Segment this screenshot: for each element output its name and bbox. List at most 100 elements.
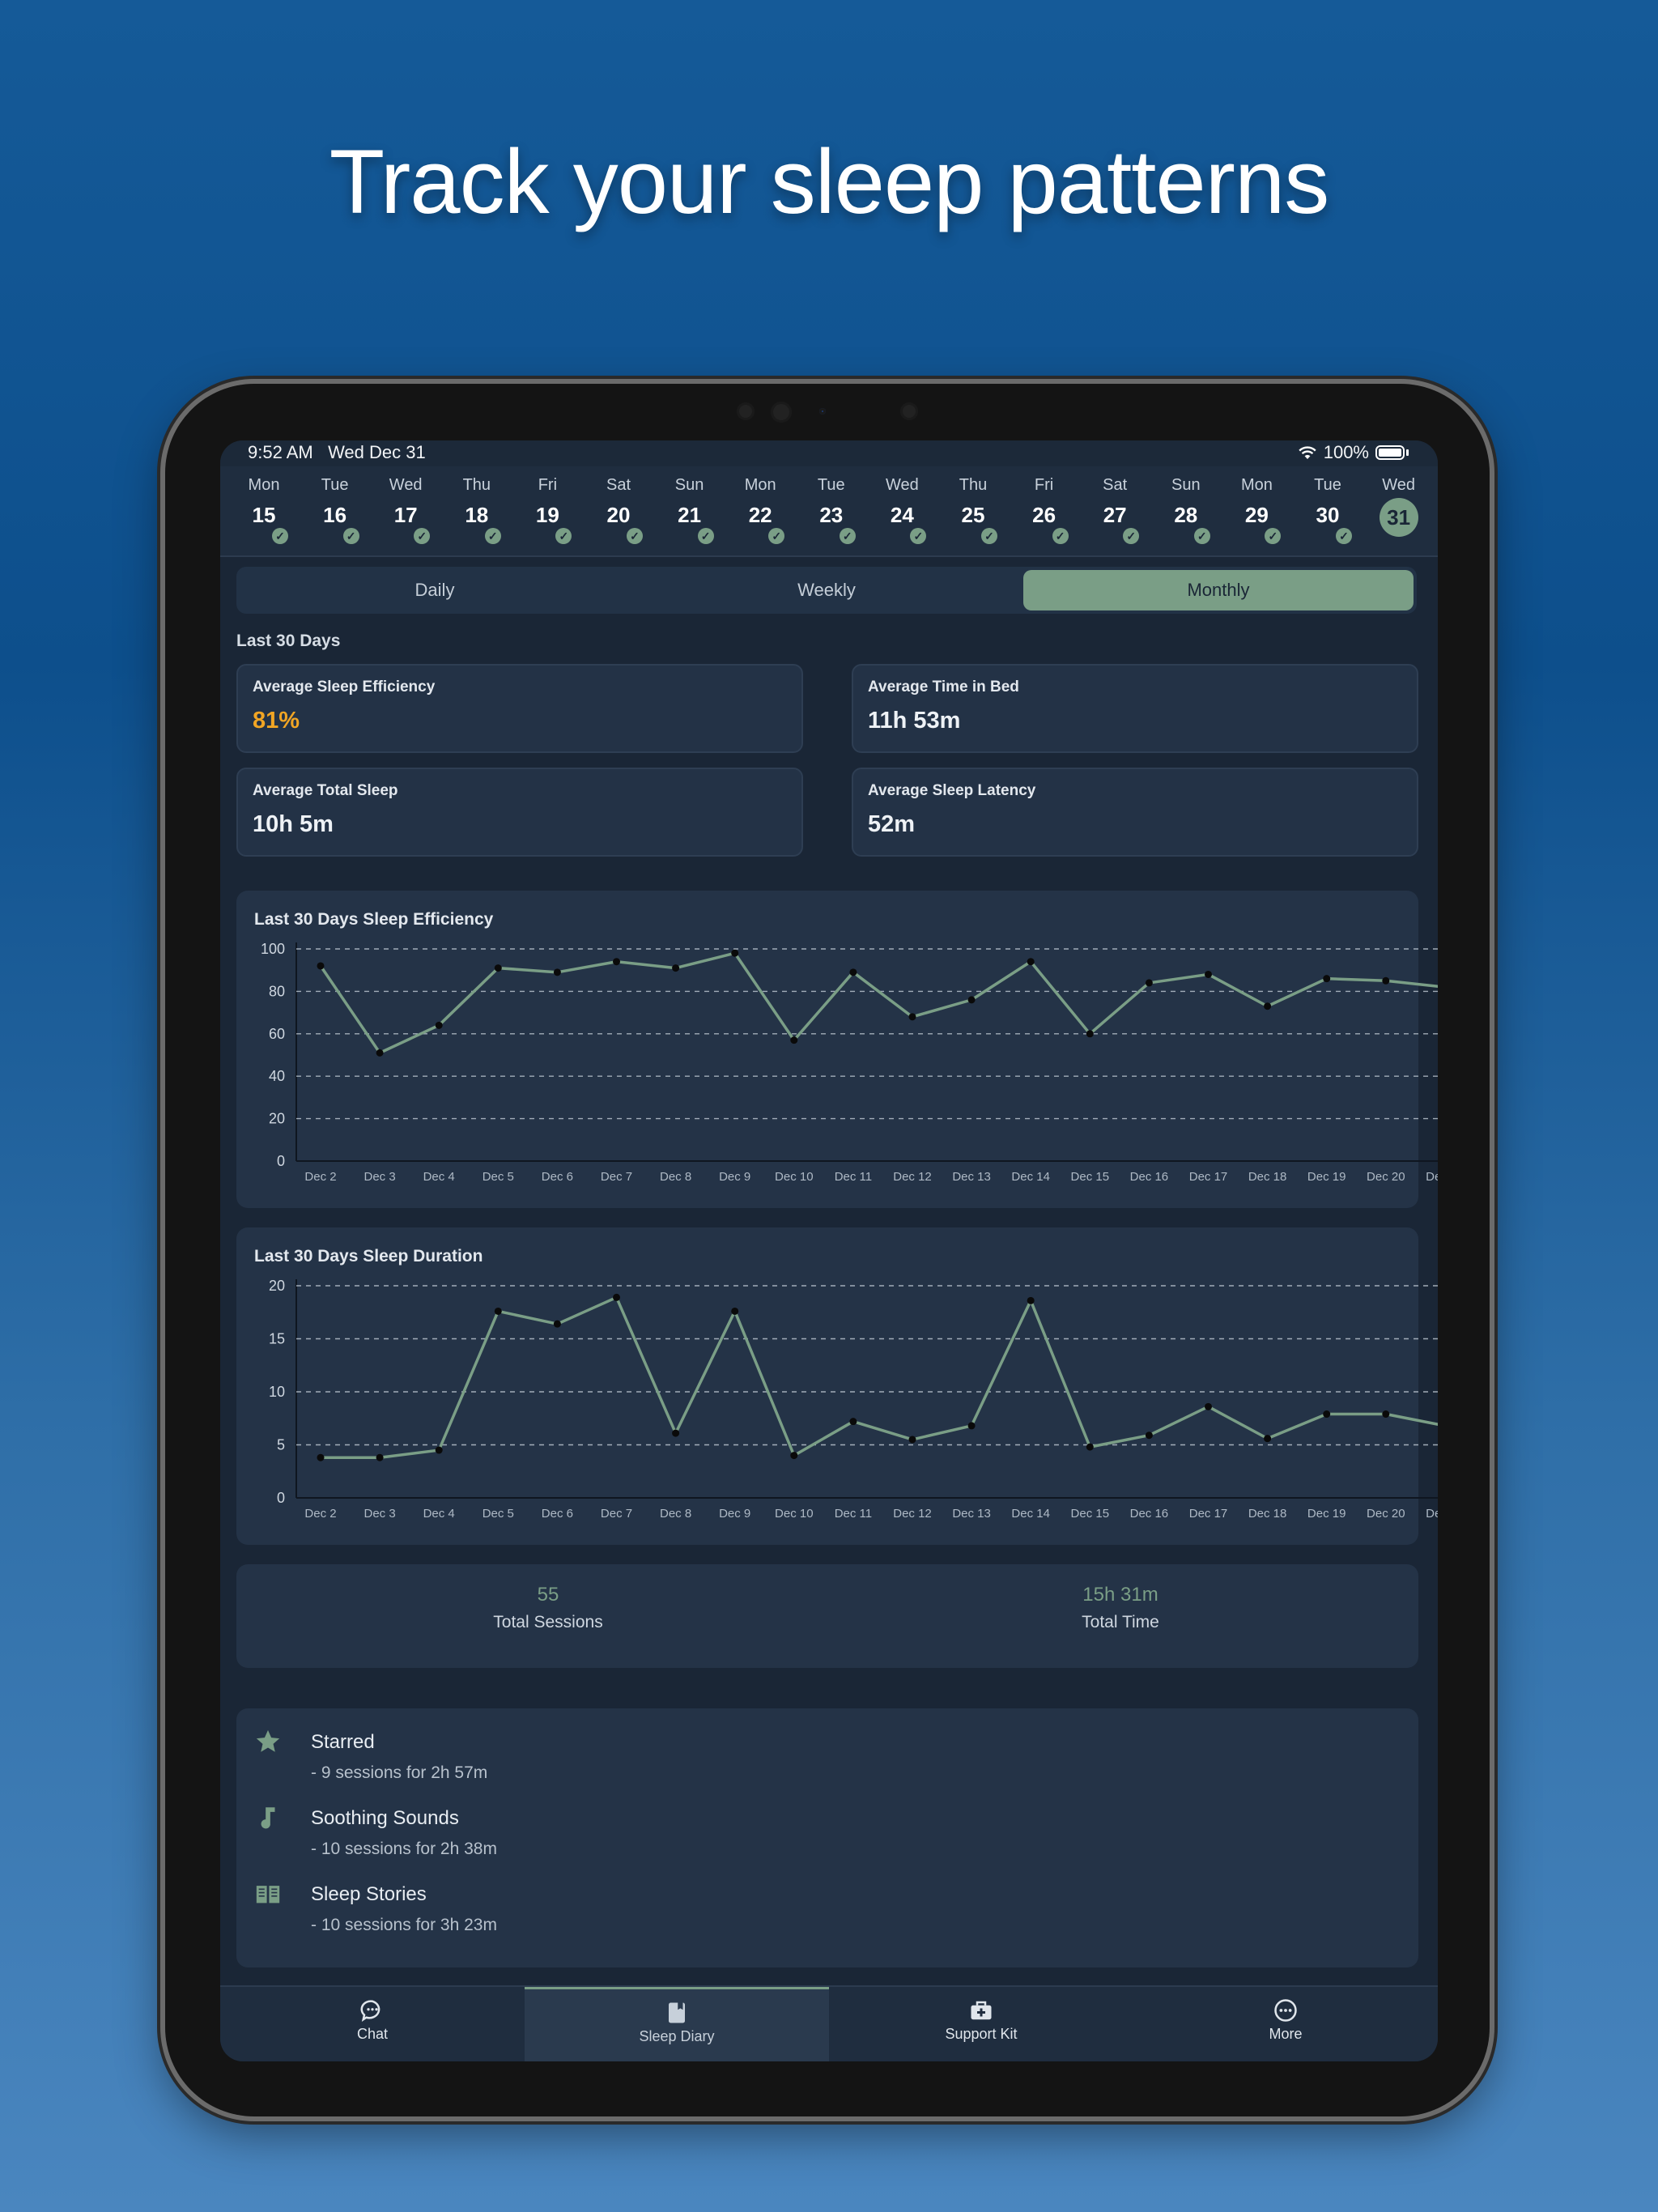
day-28[interactable]: Sun 28 ✓ — [1154, 476, 1218, 544]
stat-card-efficiency: Average Sleep Efficiency 81% — [236, 664, 803, 753]
day-24[interactable]: Wed 24 ✓ — [869, 476, 934, 544]
tab-bar: Chat Sleep Diary Support Kit More — [220, 1985, 1438, 2061]
day-15[interactable]: Mon 15 ✓ — [232, 476, 296, 544]
y-tick-label: 20 — [269, 1278, 285, 1294]
stat-label: Average Total Sleep — [253, 782, 398, 799]
day-name: Sun — [674, 476, 704, 494]
day-name: Wed — [886, 476, 919, 494]
data-point — [1086, 1030, 1094, 1038]
check-icon: ✓ — [627, 528, 643, 544]
x-tick-label: Dec 8 — [660, 1170, 691, 1184]
day-23[interactable]: Tue 23 ✓ — [799, 476, 864, 544]
tab-support-kit[interactable]: Support Kit — [829, 1987, 1133, 2061]
total-time: 15h 31m Total Time — [918, 1584, 1323, 1632]
x-tick-label: Dec 10 — [775, 1170, 814, 1184]
check-icon: ✓ — [484, 528, 501, 544]
day-30[interactable]: Tue 30 ✓ — [1295, 476, 1360, 544]
data-point — [731, 949, 739, 957]
day-17[interactable]: Wed 17 ✓ — [373, 476, 438, 544]
x-tick-label: Dec 18 — [1248, 1507, 1287, 1521]
segment-weekly[interactable]: Weekly — [631, 570, 1022, 610]
y-tick-label: 20 — [269, 1111, 285, 1127]
tab-chat[interactable]: Chat — [220, 1987, 525, 2061]
efficiency-chart: 0 20 40 60 80 100 Dec 2 Dec 3 Dec 4 Dec 5 Dec 6 Dec… — [261, 941, 1438, 1184]
data-point — [317, 962, 325, 970]
app-screen: 9:52 AM Wed Dec 31 100% Mon 15 ✓ Tue 16 ✓ Wed 1… — [220, 440, 1438, 2061]
day-26[interactable]: Fri 26 ✓ — [1012, 476, 1077, 544]
data-point — [672, 964, 680, 972]
data-point — [494, 1307, 502, 1315]
list-item-subtitle: - 10 sessions for 2h 38m — [311, 1840, 497, 1858]
check-icon: ✓ — [1336, 528, 1352, 544]
battery-percent: 100% — [1323, 442, 1369, 462]
day-31[interactable]: Wed 31 — [1367, 476, 1431, 537]
x-tick-label: Dec 16 — [1130, 1170, 1169, 1184]
list-item-title: Soothing Sounds — [311, 1807, 459, 1829]
tab-label: Support Kit — [945, 2026, 1018, 2042]
x-tick-label: Dec 3 — [364, 1507, 396, 1521]
stat-label: Average Sleep Latency — [868, 782, 1036, 799]
total-time-value: 15h 31m — [1082, 1584, 1158, 1606]
check-icon: ✓ — [768, 528, 785, 544]
check-icon: ✓ — [981, 528, 997, 544]
day-name: Tue — [817, 476, 845, 494]
y-tick-label: 60 — [269, 1026, 285, 1042]
day-name: Sat — [1103, 476, 1128, 494]
tab-label: Sleep Diary — [639, 2028, 715, 2044]
check-icon: ✓ — [1123, 528, 1140, 544]
day-21[interactable]: Sun 21 ✓ — [657, 476, 722, 544]
x-tick-label: Dec 6 — [542, 1507, 573, 1521]
data-point — [613, 958, 620, 966]
more-icon — [1274, 1999, 1297, 2022]
segment-monthly[interactable]: Monthly — [1023, 570, 1414, 610]
data-point — [967, 996, 976, 1004]
check-icon: ✓ — [910, 528, 927, 544]
day-29[interactable]: Mon 29 ✓ — [1224, 476, 1289, 544]
data-point — [790, 1036, 798, 1044]
tab-label: More — [1269, 2026, 1303, 2042]
list-item-title: Starred — [311, 1731, 375, 1753]
y-tick-label: 10 — [269, 1384, 285, 1400]
day-name: Wed — [389, 476, 423, 494]
day-18[interactable]: Thu 18 ✓ — [444, 476, 509, 544]
data-point — [1264, 1435, 1272, 1443]
data-point — [435, 1446, 443, 1454]
x-tick-label: Dec 3 — [364, 1170, 396, 1184]
book-icon — [254, 1880, 282, 1908]
data-point — [1323, 975, 1331, 983]
day-22[interactable]: Mon 22 ✓ — [728, 476, 793, 544]
day-20[interactable]: Sat 20 ✓ — [586, 476, 651, 544]
camera-bar — [729, 402, 923, 423]
x-tick-label: Dec 12 — [893, 1507, 932, 1521]
y-tick-label: 40 — [269, 1068, 285, 1084]
summary-card: 55 Total Sessions 15h 31m Total Time — [236, 1564, 1418, 1668]
segment-daily[interactable]: Daily — [240, 570, 630, 610]
x-tick-label: Dec 9 — [719, 1170, 750, 1184]
data-point — [908, 1013, 916, 1021]
x-tick-label: Dec 2 — [304, 1170, 336, 1184]
day-16[interactable]: Tue 16 ✓ — [303, 476, 368, 544]
y-tick-label: 5 — [277, 1437, 285, 1453]
x-tick-label: Dec 10 — [775, 1507, 814, 1521]
day-25[interactable]: Thu 25 ✓ — [941, 476, 1005, 544]
data-point — [613, 1293, 620, 1301]
tab-sleep-diary[interactable]: Sleep Diary — [525, 1987, 829, 2061]
day-19[interactable]: Fri 19 ✓ — [515, 476, 580, 544]
x-tick-label: Dec 19 — [1307, 1507, 1346, 1521]
day-name: Sat — [606, 476, 631, 494]
diary-icon — [669, 2002, 685, 2023]
data-point — [435, 1021, 443, 1029]
x-tick-label: Dec 14 — [1011, 1507, 1050, 1521]
data-point — [731, 1307, 739, 1315]
tab-more[interactable]: More — [1133, 1987, 1438, 2061]
data-point — [672, 1429, 680, 1437]
date-strip: Mon 15 ✓ Tue 16 ✓ Wed 17 ✓ Thu 18 ✓ Fri 19 ✓ Sat 20 ✓ Sun 2… — [220, 466, 1438, 557]
day-name: Mon — [1240, 476, 1273, 494]
x-tick-label: Dec 19 — [1307, 1170, 1346, 1184]
list-item-subtitle: - 10 sessions for 3h 23m — [311, 1916, 497, 1934]
data-point — [1027, 1296, 1035, 1304]
day-27[interactable]: Sat 27 ✓ — [1082, 476, 1147, 544]
x-tick-label: Dec 12 — [893, 1170, 932, 1184]
day-number: 19 — [535, 503, 559, 527]
day-name: Thu — [462, 476, 491, 494]
